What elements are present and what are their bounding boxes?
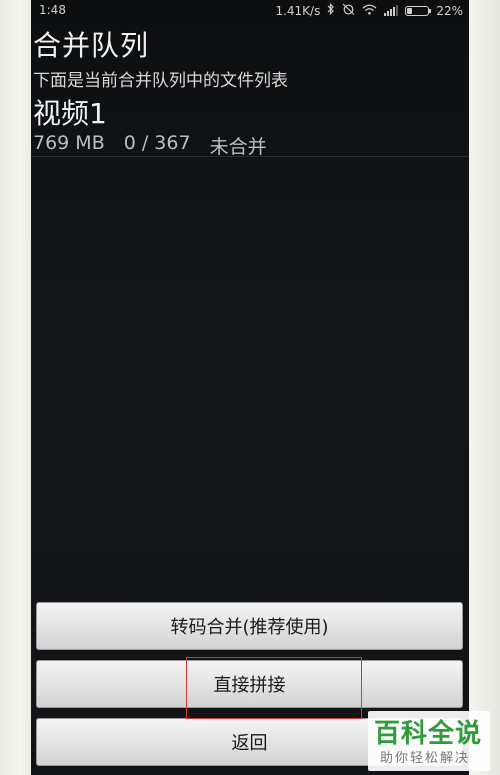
watermark-title: 百科全说 [374, 719, 483, 749]
transcode-merge-button[interactable]: 转码合并(推荐使用) [36, 602, 463, 650]
status-bar: 1:48 1.41K/s 22% [31, 0, 469, 20]
page-title: 合并队列 [33, 29, 150, 62]
wifi-icon [362, 4, 377, 18]
alarm-off-icon [342, 3, 355, 18]
queue-item-name[interactable]: 视频1 [33, 92, 107, 132]
queue-item-meta: 769 MB 0 / 367 未合并 [33, 132, 267, 159]
bluetooth-icon [327, 3, 335, 18]
page-subtitle: 下面是当前合并队列中的文件列表 [33, 71, 288, 91]
queue-item-status: 未合并 [209, 136, 267, 158]
status-time: 1:48 [39, 3, 66, 17]
highlight-annotation [186, 657, 362, 719]
signal-icon [384, 5, 399, 16]
net-speed: 1.41K/s [275, 3, 321, 18]
list-divider [31, 156, 469, 157]
watermark-logo: 百科全说 助你轻松解决 [368, 711, 490, 771]
queue-item-size: 769 MB [33, 132, 105, 154]
queue-item-progress: 0 / 367 [123, 132, 191, 154]
battery-percent: 22% [436, 3, 463, 18]
battery-icon [405, 5, 432, 16]
status-icons: 1.41K/s 22% [275, 3, 463, 18]
watermark-slogan: 助你轻松解决 [380, 751, 471, 766]
